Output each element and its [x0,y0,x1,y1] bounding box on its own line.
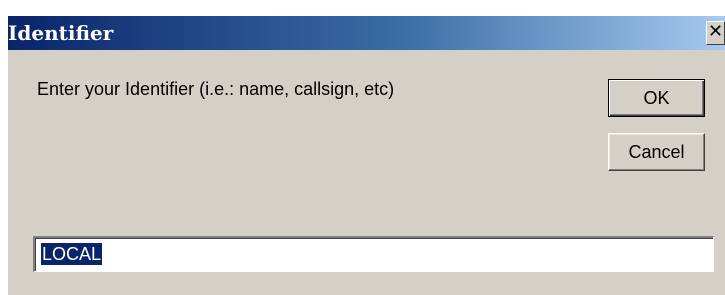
identifier-input[interactable]: LOCAL [33,236,714,272]
cancel-button[interactable]: Cancel [608,133,705,171]
title-bar[interactable]: Identifier ✕ [8,16,725,50]
window-frame-top [0,0,725,16]
ok-button[interactable]: OK [608,79,705,117]
window-frame-left [0,0,8,295]
close-button[interactable]: ✕ [706,21,725,45]
identifier-input-selected-text: LOCAL [41,243,103,265]
dialog-title: Identifier [8,21,114,45]
prompt-label: Enter your Identifier (i.e.: name, calls… [37,79,395,99]
identifier-dialog: Identifier ✕ Enter your Identifier (i.e.… [8,16,725,295]
close-icon: ✕ [707,21,724,42]
